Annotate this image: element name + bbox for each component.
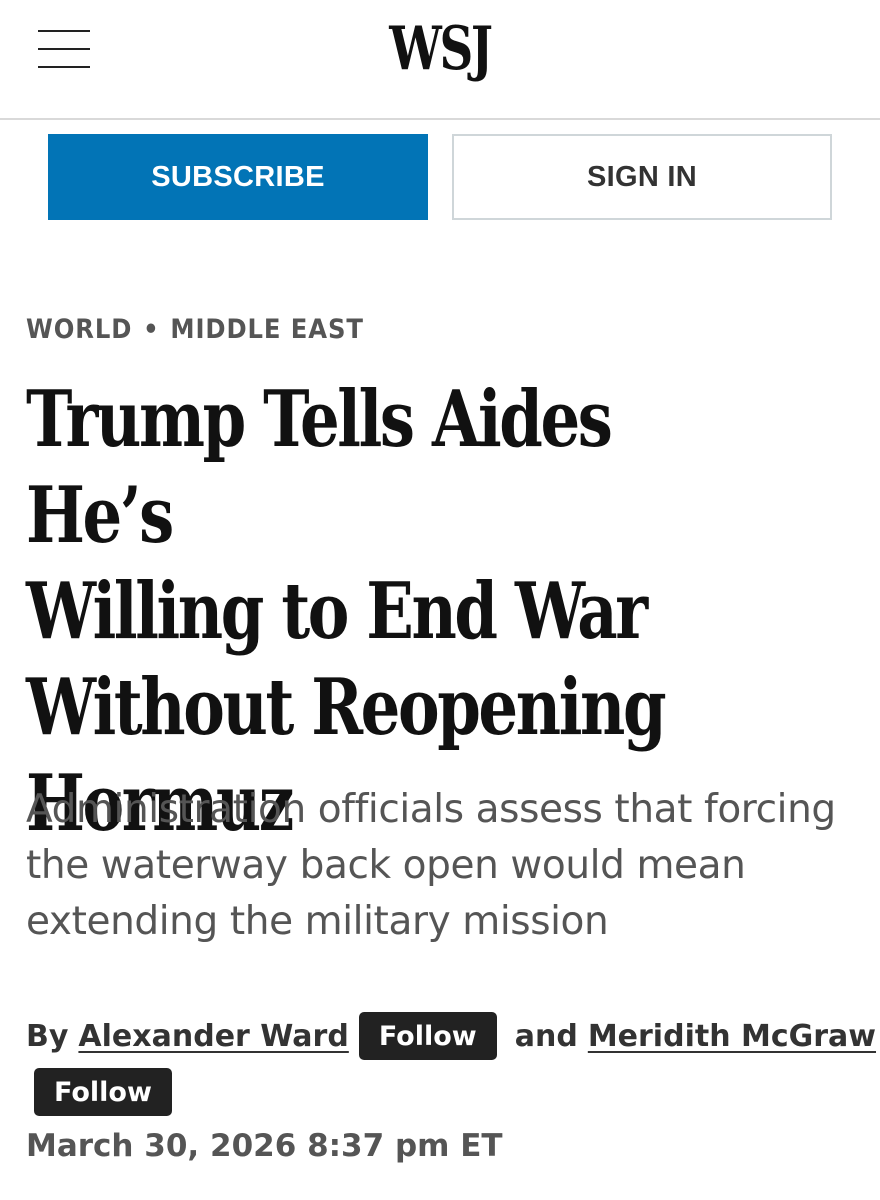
- top-navigation-bar: WSJ: [0, 0, 880, 120]
- section-link-world[interactable]: WORLD: [26, 314, 132, 345]
- headline-line: Willing to End War: [26, 566, 648, 657]
- article-subheadline: Administration officials assess that for…: [26, 782, 876, 950]
- subheadline-line: the waterway back open would mean: [26, 843, 746, 888]
- byline-row: By Alexander Ward Follow and Meridith Mc…: [26, 1010, 876, 1062]
- follow-button-alexander-ward[interactable]: Follow: [358, 1012, 497, 1060]
- wsj-logo[interactable]: WSJ: [97, 14, 783, 84]
- subheadline-line: extending the military mission: [26, 899, 609, 944]
- section-breadcrumb: WORLD • MIDDLE EAST: [26, 314, 364, 345]
- byline-prefix: By: [26, 1018, 69, 1054]
- section-link-middle-east[interactable]: MIDDLE EAST: [170, 314, 363, 345]
- article-headline: Trump Tells Aides He’s Willing to End Wa…: [26, 372, 770, 852]
- author-link-meridith-mcgraw[interactable]: Meridith McGraw: [588, 1019, 876, 1054]
- sign-in-button[interactable]: SIGN IN: [452, 134, 832, 220]
- byline-row: Follow: [34, 1068, 172, 1116]
- publish-timestamp: March 30, 2026 8:37 pm ET: [26, 1128, 503, 1164]
- headline-line: Trump Tells Aides He’s: [26, 374, 613, 561]
- hamburger-menu-icon[interactable]: [38, 28, 94, 72]
- headline-line: Without Reopening: [26, 662, 667, 753]
- author-link-alexander-ward[interactable]: Alexander Ward: [78, 1019, 348, 1054]
- follow-button-meridith-mcgraw[interactable]: Follow: [34, 1068, 172, 1116]
- byline-conjunction: and: [514, 1018, 578, 1054]
- breadcrumb-separator: •: [143, 314, 160, 345]
- subscribe-button[interactable]: SUBSCRIBE: [48, 134, 428, 220]
- subheadline-line: Administration officials assess that for…: [26, 787, 836, 832]
